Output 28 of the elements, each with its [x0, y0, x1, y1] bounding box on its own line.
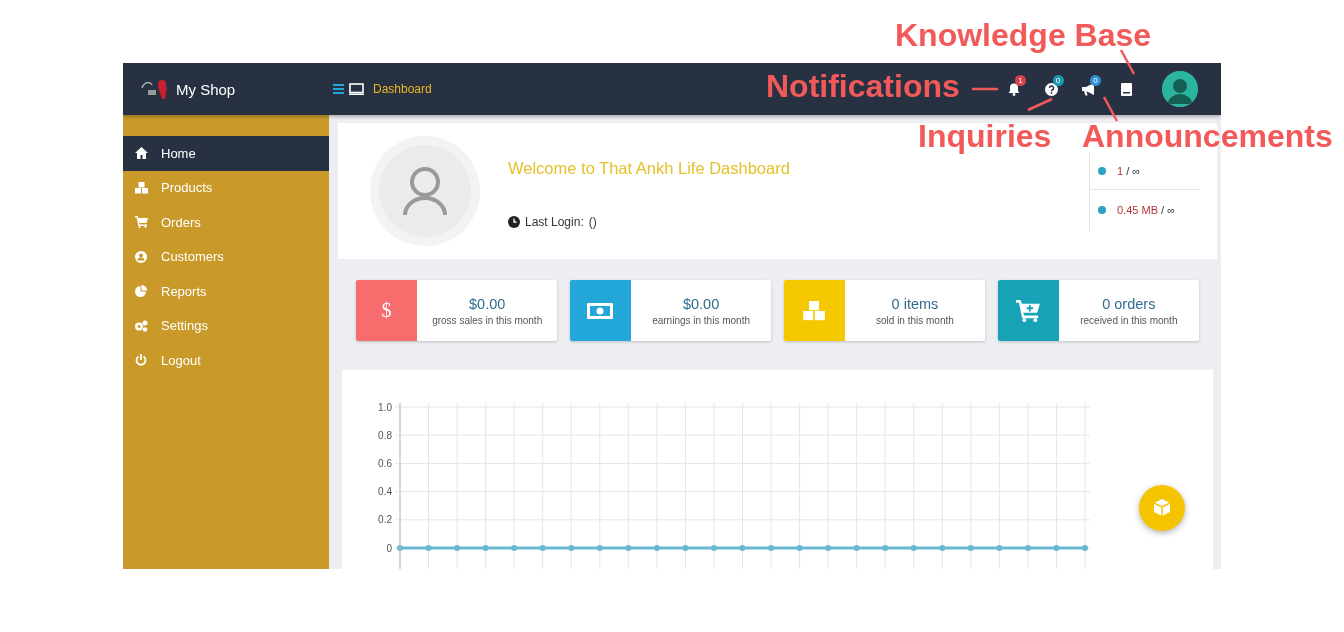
count-badge: 1: [1015, 74, 1026, 86]
callout-label: Notifications: [766, 67, 960, 105]
axis-tick-label: 0.6: [378, 457, 392, 469]
stat-value: 0 orders: [1102, 295, 1156, 312]
axis-tick-label: 0.2: [378, 514, 392, 526]
count-badge: 0: [1052, 74, 1064, 86]
usage-value: 0.45 MB / ∞: [1117, 203, 1175, 216]
callout-label: Inquiries: [918, 117, 1052, 155]
axis-tick-label: 0.4: [378, 486, 392, 498]
stat-value: 0 items: [891, 295, 939, 312]
stat-caption: gross sales in this month: [432, 314, 543, 326]
dollar-icon: $: [381, 299, 392, 322]
callout-label: Knowledge Base: [895, 16, 1152, 54]
last-login-label: Last Login:: [525, 215, 584, 229]
welcome-title: Welcome to That Ankh Life Dashboard: [508, 159, 790, 178]
stat-caption: earnings in this month: [652, 314, 750, 326]
stat-value: $0.00: [682, 295, 720, 312]
stat-value: $0.00: [469, 295, 506, 312]
stat-caption: received in this month: [1080, 314, 1178, 326]
brand-name: My Shop: [176, 80, 236, 98]
count-badge: 0: [1090, 74, 1101, 86]
axis-tick-label: 0.8: [378, 429, 392, 441]
axis-tick-label: 1.0: [378, 401, 392, 413]
callout-label: Announcements: [1082, 117, 1333, 155]
stat-caption: sold in this month: [876, 314, 954, 326]
usage-value: 1 / ∞: [1117, 164, 1141, 177]
last-login-value: (): [588, 215, 597, 229]
axis-tick-label: 0: [386, 542, 392, 554]
